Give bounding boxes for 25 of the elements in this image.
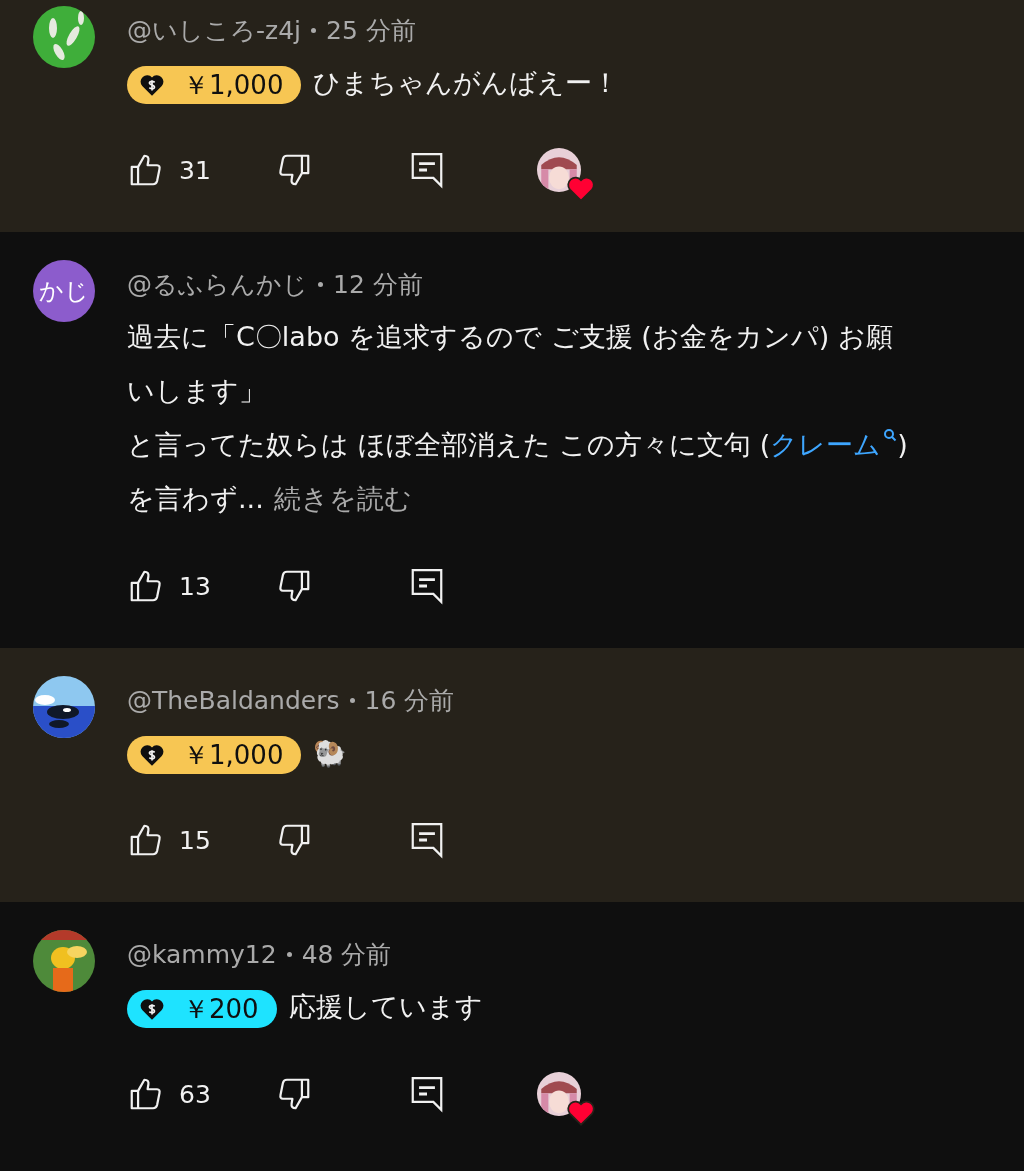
- heart-icon: [566, 1100, 595, 1126]
- comment-text: 🐏: [313, 737, 348, 768]
- comment-text: 過去に「C〇labo を追求するので ご支援 (お金をカンパ) お願いします」: [127, 320, 894, 408]
- comment-author[interactable]: @るふらんかじ: [127, 267, 308, 301]
- like-button[interactable]: 31: [127, 151, 211, 189]
- comment-author[interactable]: @いしころ-z4j: [127, 13, 301, 47]
- search-link[interactable]: クレーム: [770, 418, 898, 472]
- comment-text: ひまちゃんがんばえー！: [313, 67, 620, 98]
- avatar[interactable]: かじ: [33, 260, 95, 322]
- comment-time: 25 分前: [326, 14, 416, 47]
- super-thanks-badge: ￥1,000: [127, 735, 302, 774]
- like-button[interactable]: 63: [127, 1075, 211, 1113]
- comment-time: 48 分前: [301, 938, 392, 971]
- comment-author[interactable]: @kammy12: [127, 939, 277, 969]
- like-button[interactable]: 15: [127, 821, 211, 859]
- super-thanks-badge: ￥200: [127, 989, 277, 1028]
- super-thanks-badge: ￥1,000: [127, 65, 302, 104]
- comment-author[interactable]: @TheBaldanders: [127, 685, 340, 715]
- read-more-link[interactable]: 続きを読む: [273, 483, 412, 514]
- comment-text: 応援しています: [288, 991, 483, 1022]
- comment-time: 12 分前: [333, 268, 423, 301]
- like-button[interactable]: 13: [127, 567, 211, 605]
- comment-time: 16 分前: [364, 684, 455, 717]
- comment-text: と言ってた奴らは ほぼ全部消えた この方々に文句 (クレーム ) を言わず... 続きを読む: [127, 418, 917, 526]
- heart-icon: [566, 176, 595, 202]
